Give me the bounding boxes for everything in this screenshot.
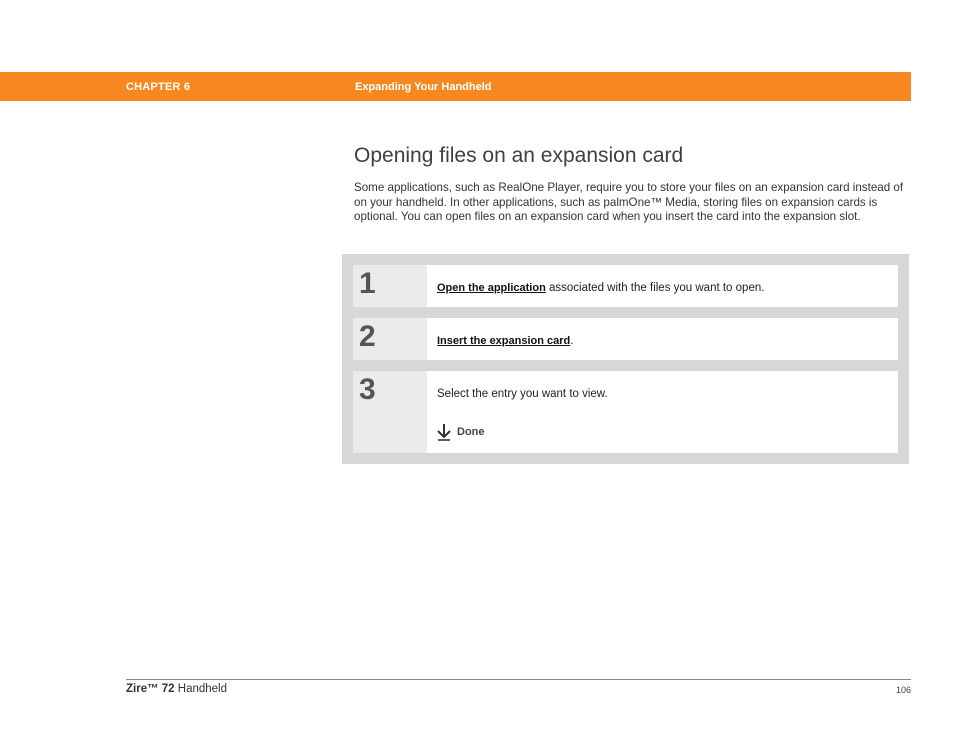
step-number-cell: 2: [353, 318, 427, 360]
step-text: Select the entry you want to view.: [437, 388, 608, 400]
step-number-cell: 1: [353, 265, 427, 307]
section-heading: Opening files on an expansion card: [354, 144, 684, 167]
step-2: 2 Insert the expansion card.: [353, 318, 898, 360]
step-number: 1: [359, 267, 376, 300]
step-text-content: Select the entry you want to view.: [437, 388, 608, 400]
step-number-cell: 3: [353, 371, 427, 453]
footer-product-rest: Handheld: [174, 683, 228, 695]
step-text: Insert the expansion card.: [437, 335, 573, 347]
down-arrow-icon: [437, 424, 451, 441]
step-text-rest: .: [570, 335, 574, 347]
step-1: 1 Open the application associated with t…: [353, 265, 898, 307]
chapter-label: CHAPTER 6: [126, 81, 191, 93]
done-label: Done: [457, 426, 485, 438]
done-indicator: Done: [437, 423, 485, 441]
step-number: 3: [359, 373, 376, 406]
step-text-rest: associated with the files you want to op…: [545, 282, 765, 294]
step-text: Open the application associated with the…: [437, 282, 764, 294]
footer-product-name: Zire™ 72 Handheld: [126, 683, 227, 695]
step-3: 3 Select the entry you want to view. Don…: [353, 371, 898, 453]
footer-divider: [126, 679, 911, 680]
insert-expansion-card-link[interactable]: Insert the expansion card: [437, 335, 570, 347]
footer-product-bold: Zire™ 72: [126, 683, 175, 695]
chapter-title: Expanding Your Handheld: [355, 81, 492, 93]
step-number: 2: [359, 320, 376, 353]
intro-paragraph: Some applications, such as RealOne Playe…: [354, 181, 904, 223]
open-application-link[interactable]: Open the application: [437, 282, 546, 294]
page-number: 106: [895, 685, 911, 695]
